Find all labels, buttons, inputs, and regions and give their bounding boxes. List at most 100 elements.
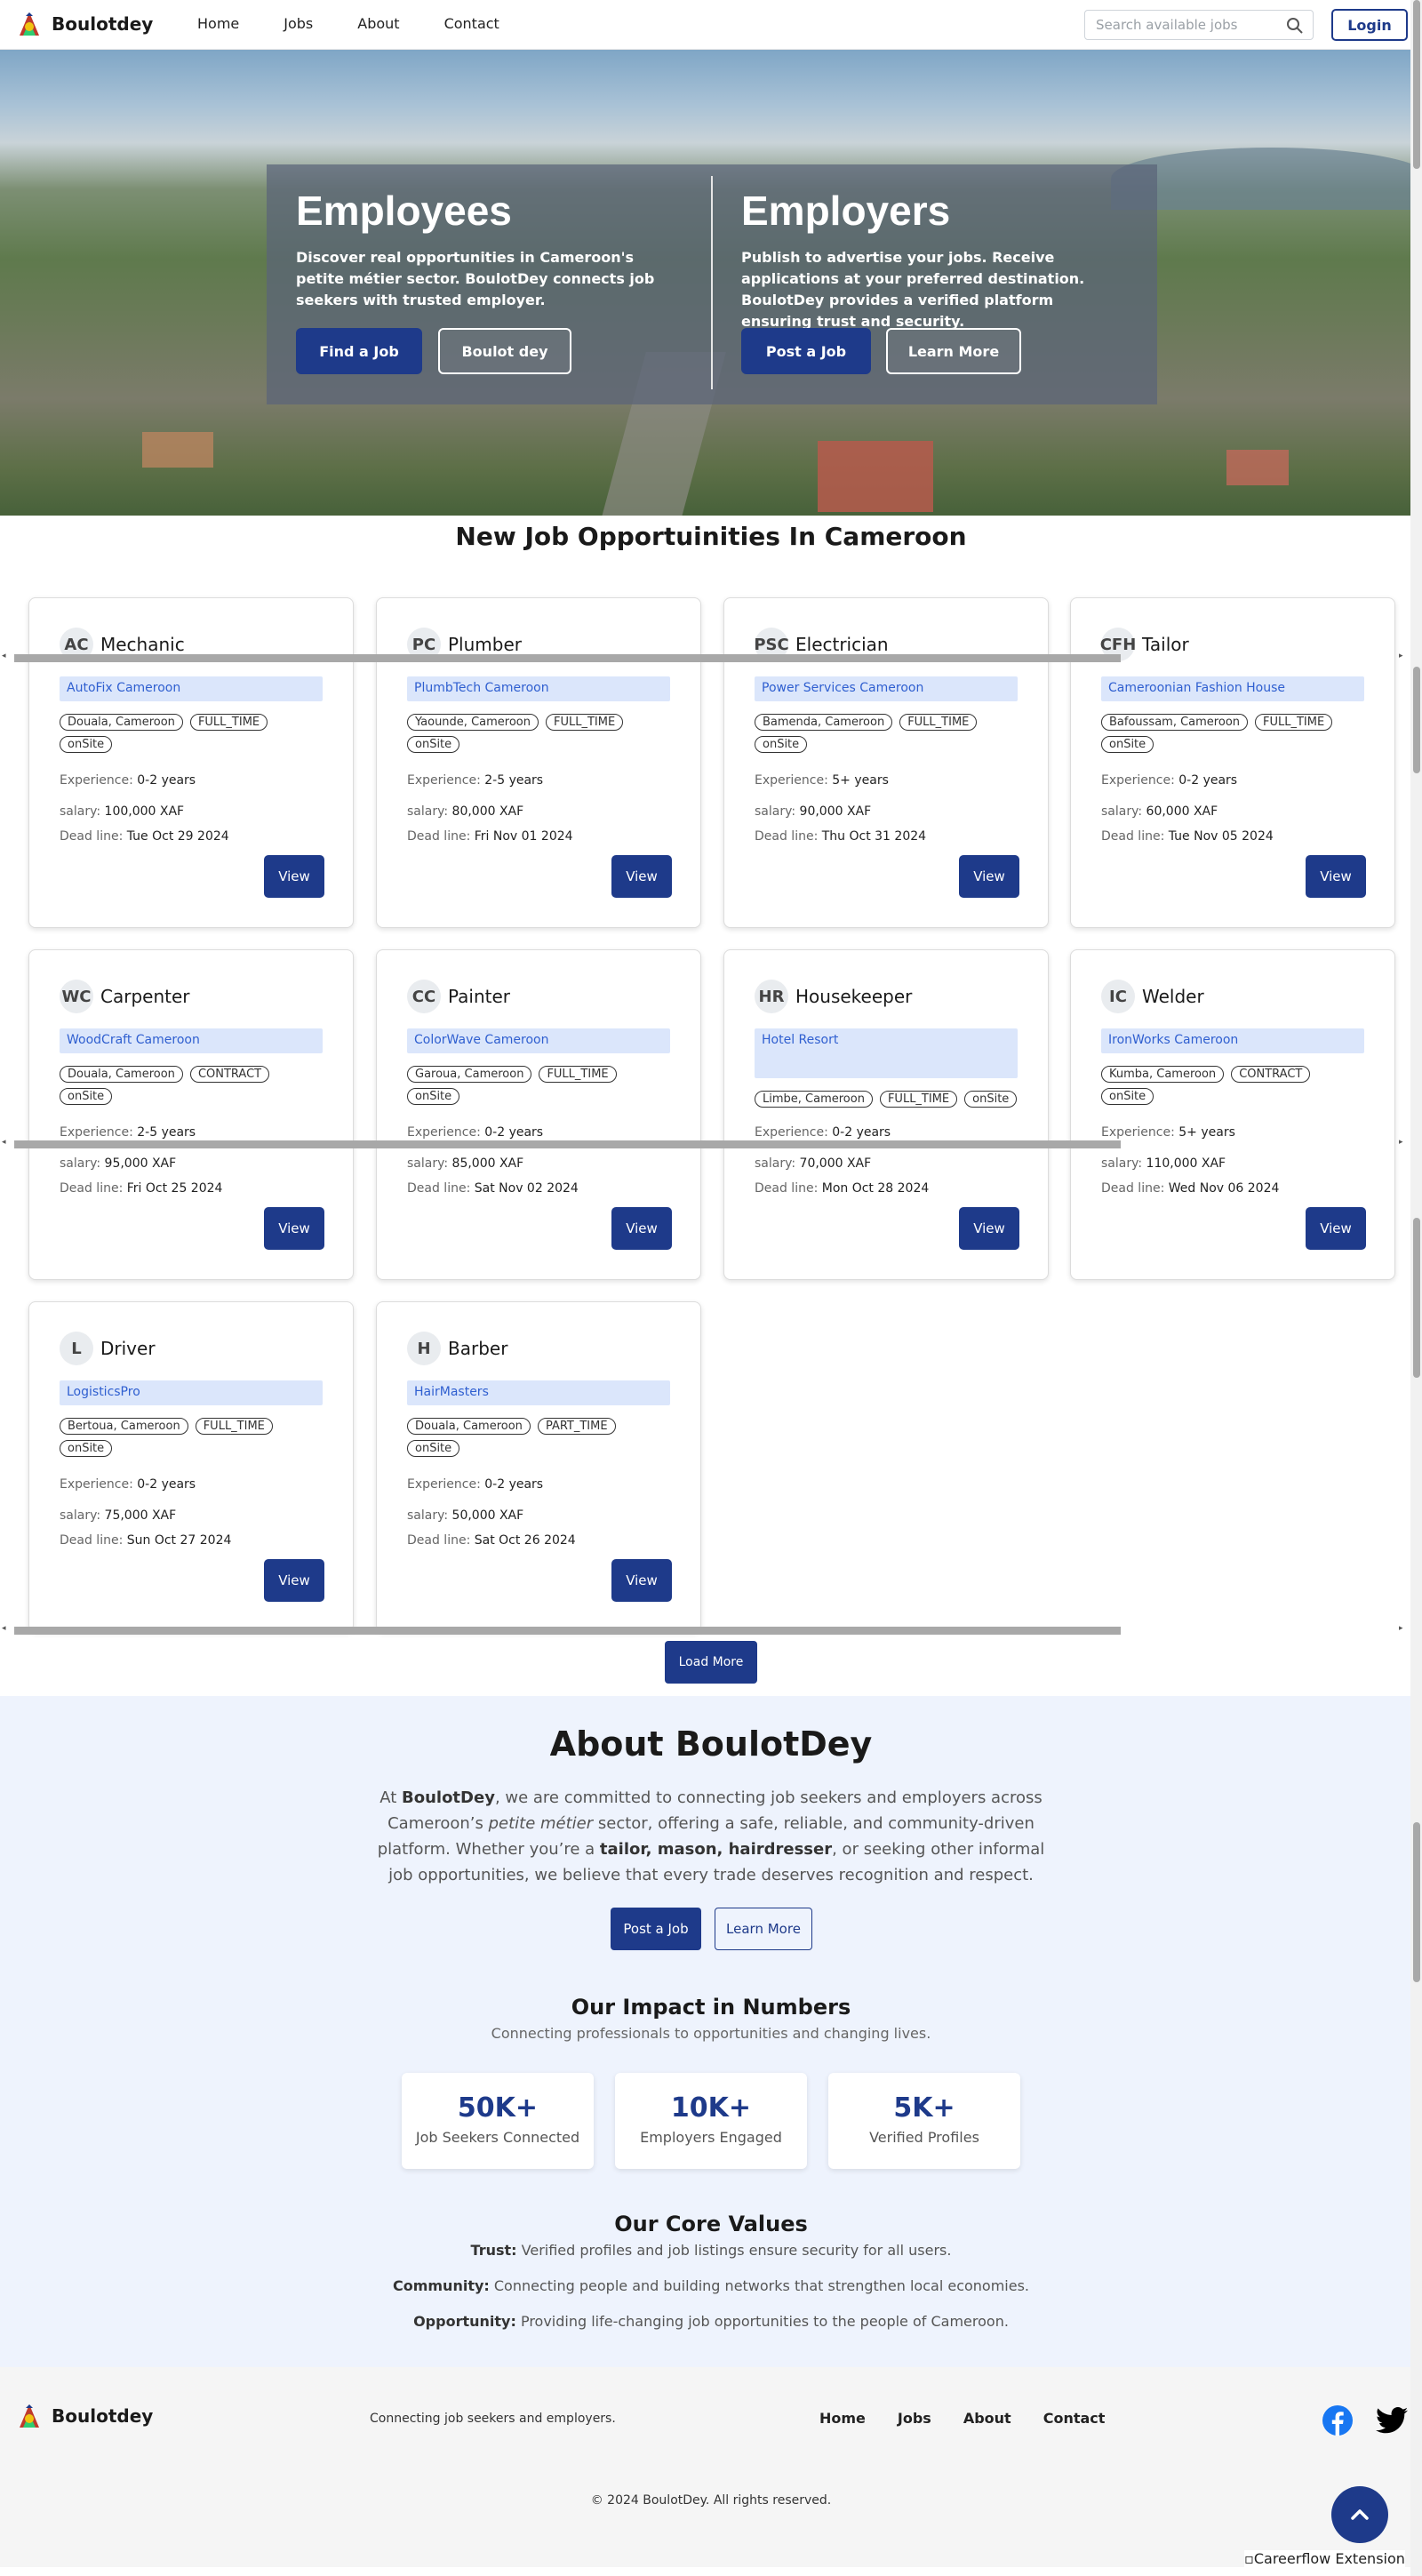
company-name[interactable]: Hotel Resort bbox=[755, 1028, 1018, 1078]
view-job-button[interactable]: View bbox=[264, 1559, 324, 1602]
company-name[interactable]: WoodCraft Cameroon bbox=[60, 1028, 323, 1053]
view-job-button[interactable]: View bbox=[611, 1559, 672, 1602]
search-input[interactable]: Search available jobs bbox=[1084, 10, 1314, 40]
careerflow-extension-badge[interactable]: ▫Careerflow Extension bbox=[1244, 2550, 1405, 2567]
deadline: Dead line: Tue Nov 05 2024 bbox=[1101, 829, 1274, 844]
nav-jobs[interactable]: Jobs bbox=[284, 15, 313, 32]
value-community: Community: Connecting people and buildin… bbox=[392, 2277, 1030, 2294]
company-avatar: IC bbox=[1101, 980, 1135, 1013]
view-job-button[interactable]: View bbox=[264, 1207, 324, 1250]
facebook-icon[interactable] bbox=[1322, 2405, 1353, 2436]
job-card[interactable]: PSC Electrician Power Services Cameroon Bam… bbox=[723, 597, 1049, 928]
view-job-button[interactable]: View bbox=[959, 1207, 1019, 1250]
footer-link-home[interactable]: Home bbox=[819, 2410, 866, 2427]
job-tags: Yaounde, Cameroon FULL_TIME onSite bbox=[407, 714, 674, 753]
job-card[interactable]: IC Welder IronWorks Cameroon Kumba, Cameroo… bbox=[1070, 949, 1395, 1280]
nav-home[interactable]: Home bbox=[197, 15, 239, 32]
horizontal-scrollbar[interactable]: ◂ ▸ bbox=[0, 1136, 1410, 1148]
about-text: At BoulotDey, we are committed to connec… bbox=[377, 1788, 1045, 1884]
job-card[interactable]: AC Mechanic AutoFix Cameroon Douala, Camero… bbox=[28, 597, 354, 928]
footer-brand[interactable]: Boulotdey bbox=[14, 2401, 153, 2431]
company-name[interactable]: LogisticsPro bbox=[60, 1380, 323, 1405]
nav-contact[interactable]: Contact bbox=[444, 15, 499, 32]
location-tag: Yaounde, Cameroon bbox=[407, 714, 539, 731]
job-tags: Douala, Cameroon PART_TIME onSite bbox=[407, 1418, 674, 1457]
learn-more-button[interactable]: Learn More bbox=[886, 328, 1021, 374]
company-avatar: WC bbox=[60, 980, 93, 1013]
stat-label: Verified Profiles bbox=[869, 2129, 979, 2146]
search-icon[interactable] bbox=[1286, 17, 1304, 35]
stat-label: Employers Engaged bbox=[640, 2129, 782, 2146]
twitter-icon[interactable] bbox=[1376, 2407, 1408, 2434]
horizontal-scrollbar[interactable]: ◂ ▸ bbox=[0, 1622, 1410, 1635]
employers-text: Publish to advertise your jobs. Receive … bbox=[741, 249, 1085, 330]
scrollbar-thumb[interactable] bbox=[1413, 0, 1420, 169]
job-card[interactable]: CC Painter ColorWave Cameroon Garoua, Camer… bbox=[376, 949, 701, 1280]
inner-scrollbar-thumb[interactable] bbox=[1413, 1822, 1420, 1982]
post-job-button[interactable]: Post a Job bbox=[741, 328, 871, 374]
location-tag: Garoua, Cameroon bbox=[407, 1066, 532, 1083]
work-mode-tag: onSite bbox=[60, 736, 113, 753]
view-job-button[interactable]: View bbox=[1306, 855, 1366, 898]
job-card[interactable]: H Barber HairMasters Douala, Cameroon PART_T… bbox=[376, 1301, 701, 1632]
salary: salary: 90,000 XAF bbox=[755, 804, 872, 819]
nav-links: Home Jobs About Contact bbox=[197, 15, 544, 32]
horizontal-scrollbar[interactable]: ◂ ▸ bbox=[0, 650, 1410, 662]
footer-link-contact[interactable]: Contact bbox=[1043, 2410, 1106, 2427]
view-job-button[interactable]: View bbox=[1306, 1207, 1366, 1250]
job-type-tag: FULL_TIME bbox=[189, 714, 268, 731]
value-trust: Trust: Verified profiles and job listing… bbox=[470, 2242, 952, 2259]
job-card[interactable]: WC Carpenter WoodCraft Cameroon Douala, Cam… bbox=[28, 949, 354, 1280]
company-name[interactable]: IronWorks Cameroon bbox=[1101, 1028, 1364, 1053]
brand[interactable]: Boulotdey bbox=[14, 9, 153, 39]
job-title: Carpenter bbox=[100, 986, 190, 1007]
job-type-tag: FULL_TIME bbox=[539, 1066, 617, 1083]
logo-icon bbox=[20, 2404, 39, 2428]
logo-icon bbox=[20, 12, 39, 36]
inner-scrollbar-thumb[interactable] bbox=[1413, 1218, 1420, 1378]
company-name[interactable]: AutoFix Cameroon bbox=[60, 676, 323, 701]
about-post-job-button[interactable]: Post a Job bbox=[611, 1908, 701, 1950]
view-job-button[interactable]: View bbox=[611, 1207, 672, 1250]
job-type-tag: PART_TIME bbox=[537, 1418, 616, 1435]
chevron-up-icon bbox=[1351, 2509, 1369, 2520]
company-name[interactable]: Power Services Cameroon bbox=[755, 676, 1018, 701]
boulot-dey-button[interactable]: Boulot dey bbox=[438, 328, 571, 374]
company-name[interactable]: Cameroonian Fashion House bbox=[1101, 676, 1364, 701]
company-name[interactable]: HairMasters bbox=[407, 1380, 670, 1405]
company-name[interactable]: ColorWave Cameroon bbox=[407, 1028, 670, 1053]
job-card[interactable]: PC Plumber PlumbTech Cameroon Yaounde, Came… bbox=[376, 597, 701, 928]
navbar: Boulotdey Home Jobs About Contact Search… bbox=[0, 0, 1410, 50]
job-title: Welder bbox=[1142, 986, 1204, 1007]
salary: salary: 110,000 XAF bbox=[1101, 1156, 1226, 1171]
find-job-button[interactable]: Find a Job bbox=[296, 328, 422, 374]
inner-scrollbar-thumb[interactable] bbox=[1413, 667, 1420, 773]
salary: salary: 50,000 XAF bbox=[407, 1508, 524, 1523]
login-button[interactable]: Login bbox=[1331, 9, 1408, 41]
nav-about[interactable]: About bbox=[357, 15, 399, 32]
job-card[interactable]: CFH Tailor Cameroonian Fashion House Bafous… bbox=[1070, 597, 1395, 928]
footer: Boulotdey Connecting job seekers and emp… bbox=[0, 2367, 1410, 2567]
job-type-tag: FULL_TIME bbox=[879, 1091, 958, 1108]
job-card[interactable]: HR Housekeeper Hotel Resort Limbe, Cameroon… bbox=[723, 949, 1049, 1280]
company-name[interactable]: PlumbTech Cameroon bbox=[407, 676, 670, 701]
view-job-button[interactable]: View bbox=[264, 855, 324, 898]
view-job-button[interactable]: View bbox=[959, 855, 1019, 898]
load-more-button[interactable]: Load More bbox=[665, 1641, 757, 1684]
work-mode-tag: onSite bbox=[60, 1440, 113, 1457]
location-tag: Bertoua, Cameroon bbox=[60, 1418, 188, 1435]
footer-link-about[interactable]: About bbox=[963, 2410, 1011, 2427]
stat-number: 50K+ bbox=[457, 2092, 539, 2124]
job-title: Barber bbox=[448, 1338, 508, 1359]
job-tags: Douala, Cameroon FULL_TIME onSite bbox=[60, 714, 326, 753]
location-tag: Douala, Cameroon bbox=[60, 1066, 183, 1083]
footer-link-jobs[interactable]: Jobs bbox=[898, 2410, 931, 2427]
scroll-to-top-button[interactable] bbox=[1331, 2486, 1388, 2543]
job-card[interactable]: L Driver LogisticsPro Bertoua, Cameroon FULL… bbox=[28, 1301, 354, 1632]
about-learn-more-button[interactable]: Learn More bbox=[715, 1908, 812, 1950]
company-avatar: L bbox=[60, 1332, 93, 1365]
view-job-button[interactable]: View bbox=[611, 855, 672, 898]
salary: salary: 75,000 XAF bbox=[60, 1508, 177, 1523]
job-type-tag: CONTRACT bbox=[189, 1066, 270, 1083]
deadline: Dead line: Wed Nov 06 2024 bbox=[1101, 1181, 1280, 1196]
